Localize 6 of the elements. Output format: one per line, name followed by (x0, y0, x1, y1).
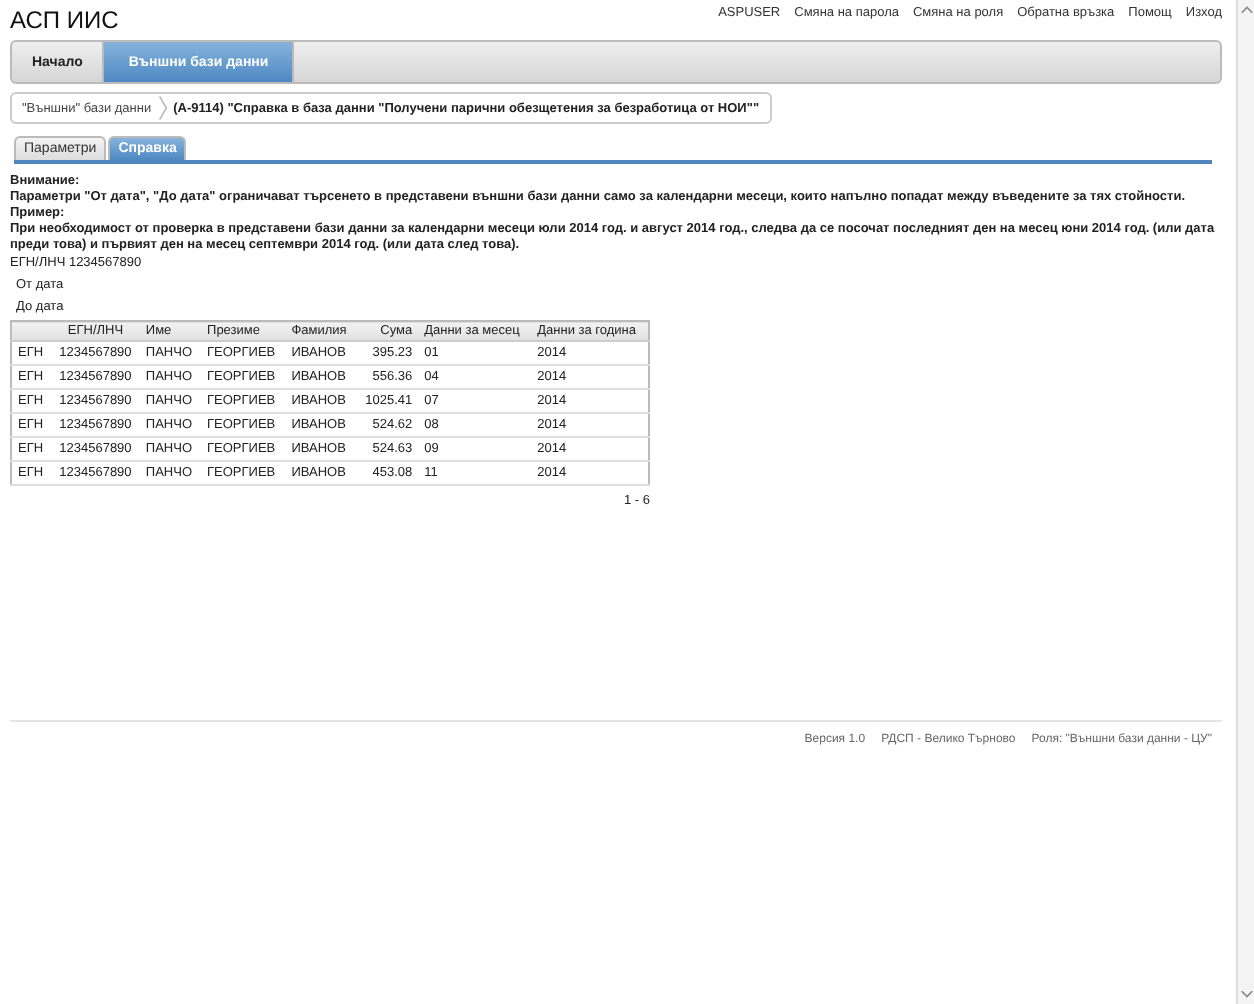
scrollbar[interactable] (1236, 0, 1254, 1004)
app-title: АСП ИИС (10, 6, 119, 34)
column-header (11, 321, 52, 341)
chevron-icon (157, 94, 168, 122)
scroll-up-icon[interactable] (1239, 4, 1253, 18)
scroll-down-icon[interactable] (1239, 986, 1253, 1000)
